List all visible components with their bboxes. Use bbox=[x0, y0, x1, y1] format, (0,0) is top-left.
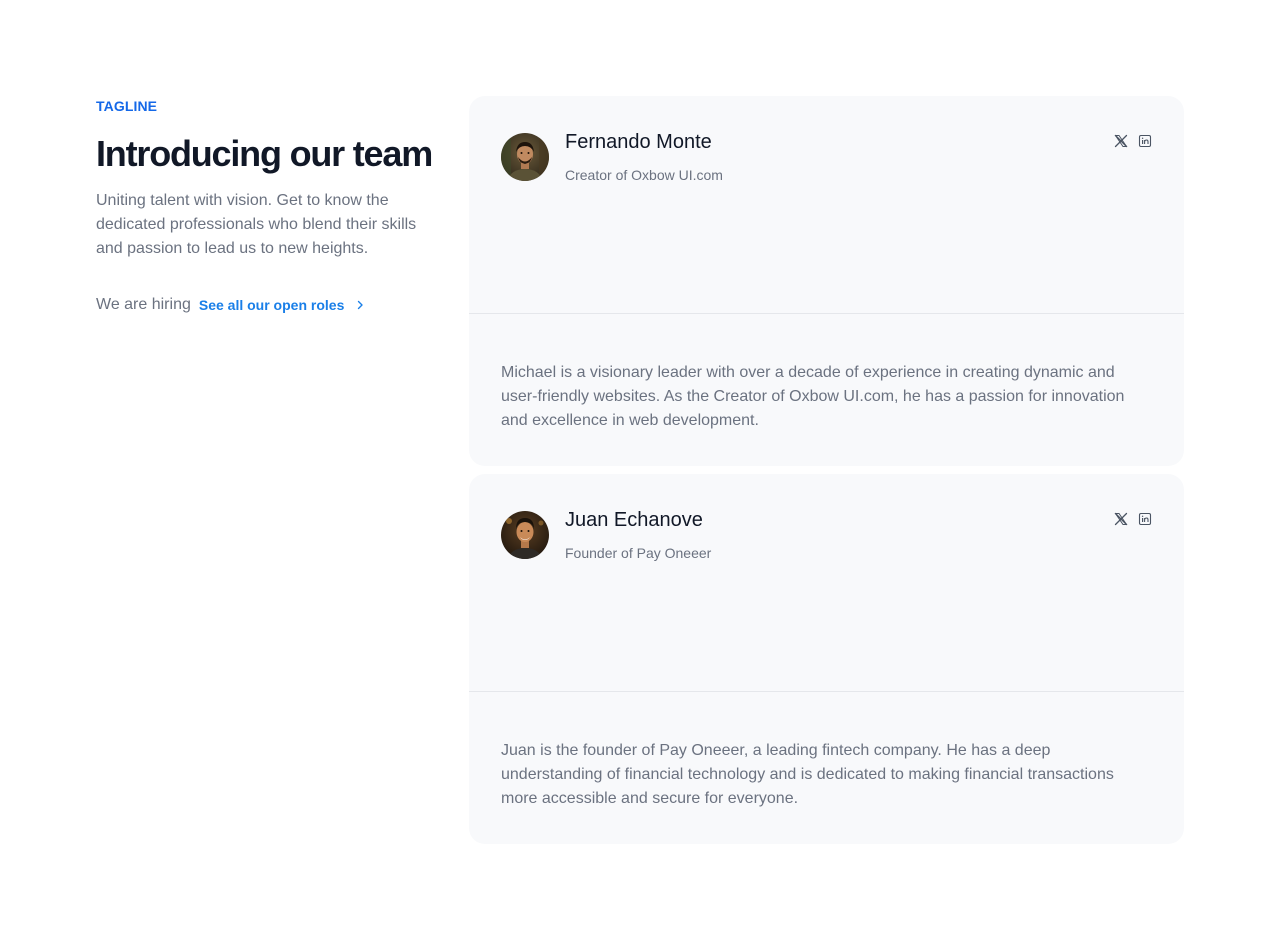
member-name: Juan Echanove bbox=[565, 509, 703, 531]
section-heading: Introducing our team bbox=[96, 133, 433, 174]
x-icon[interactable] bbox=[1114, 134, 1128, 148]
team-member-card: Fernando Monte Creator of Oxbow UI.com M… bbox=[469, 96, 1184, 466]
section-description: Uniting talent with vision. Get to know … bbox=[96, 192, 417, 257]
team-member-card: Juan Echanove Founder of Pay Oneeer Juan… bbox=[469, 474, 1184, 844]
open-roles-link[interactable]: See all our open roles bbox=[199, 293, 367, 317]
team-section: TAGLINE Introducing our team Uniting tal… bbox=[0, 0, 1280, 940]
avatar bbox=[501, 133, 549, 181]
member-role: Founder of Pay Oneeer bbox=[565, 545, 712, 561]
tagline: TAGLINE bbox=[96, 98, 158, 114]
member-role: Creator of Oxbow UI.com bbox=[565, 167, 723, 183]
card-header: Juan Echanove Founder of Pay Oneeer bbox=[469, 474, 1184, 692]
avatar bbox=[501, 511, 549, 559]
linkedin-icon[interactable] bbox=[1138, 134, 1152, 148]
member-bio: Michael is a visionary leader with over … bbox=[501, 364, 1125, 429]
card-header: Fernando Monte Creator of Oxbow UI.com bbox=[469, 96, 1184, 314]
member-name: Fernando Monte bbox=[565, 131, 712, 153]
x-icon[interactable] bbox=[1114, 512, 1128, 526]
open-roles-link-label: See all our open roles bbox=[198, 297, 345, 313]
hiring-label: We are hiring bbox=[96, 296, 191, 313]
member-bio: Juan is the founder of Pay Oneeer, a lea… bbox=[501, 742, 1114, 807]
chevron-right-icon bbox=[358, 300, 364, 310]
social-links bbox=[1114, 512, 1152, 526]
hiring-row: We are hiring See all our open roles bbox=[96, 293, 436, 317]
social-links bbox=[1114, 134, 1152, 148]
intro-column: TAGLINE Introducing our team Uniting tal… bbox=[96, 96, 436, 317]
linkedin-icon[interactable] bbox=[1138, 512, 1152, 526]
